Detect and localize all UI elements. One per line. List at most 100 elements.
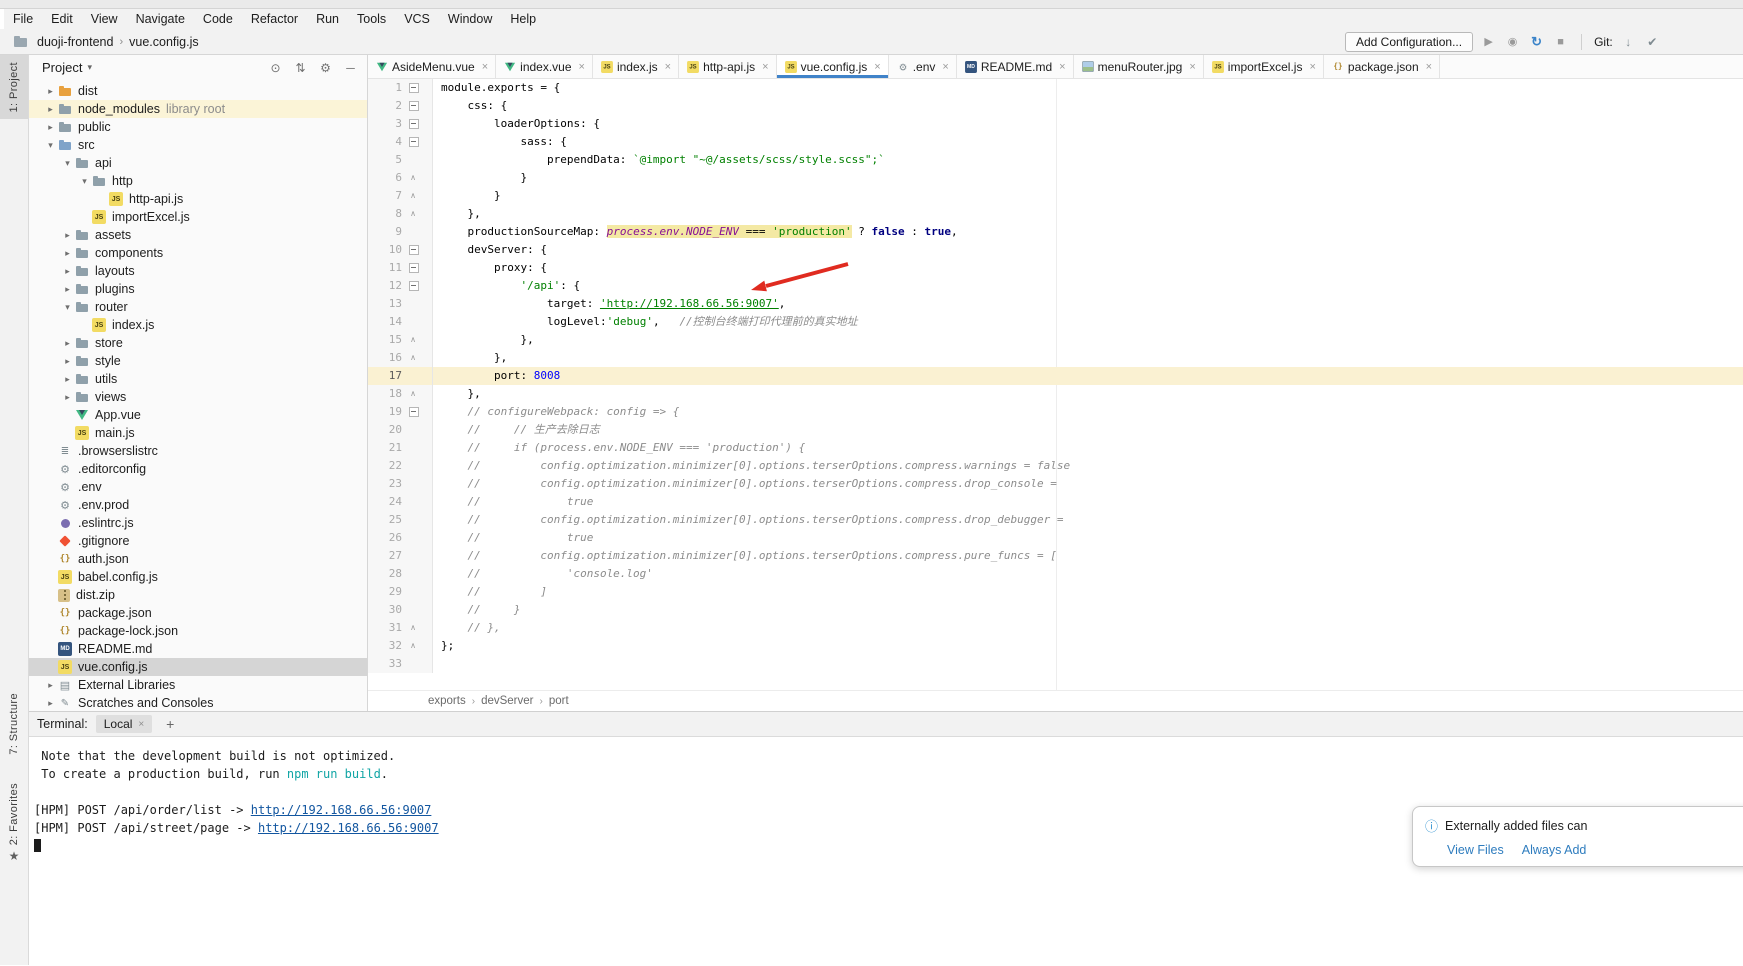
close-icon[interactable]: × [665,61,671,73]
terminal-link[interactable]: http://192.168.66.56:9007 [258,821,439,835]
tree-item-index.js[interactable]: index.js [29,316,367,334]
tool-button-project[interactable]: 1: Project [0,55,28,119]
close-icon[interactable]: × [874,61,880,73]
code-line-28[interactable]: 28 // 'console.log' [368,565,1743,583]
menu-item-help[interactable]: Help [501,12,545,26]
tree-item-views[interactable]: ▸views [29,388,367,406]
settings-gear-icon[interactable]: ⚙ [313,61,338,75]
tree-item-package-lock.json[interactable]: package-lock.json [29,622,367,640]
fold-collapse-icon[interactable] [402,259,424,277]
code-line-20[interactable]: 20 // // 生产去除日志 [368,421,1743,439]
editor-tab-index.js[interactable]: index.js× [593,55,679,78]
fold-end-icon[interactable] [402,637,424,655]
tree-item-plugins[interactable]: ▸plugins [29,280,367,298]
tree-item-http-api.js[interactable]: http-api.js [29,190,367,208]
collapse-all-icon[interactable]: ⇅ [288,61,313,75]
tree-item-layouts[interactable]: ▸layouts [29,262,367,280]
breadcrumb-exports[interactable]: exports [428,695,466,707]
close-icon[interactable]: × [138,719,144,730]
code-line-3[interactable]: 3 loaderOptions: { [368,115,1743,133]
terminal-link[interactable]: http://192.168.66.56:9007 [251,803,432,817]
breadcrumb-devServer[interactable]: devServer [481,695,533,707]
hide-panel-icon[interactable]: ─ [338,61,363,75]
editor-tab-AsideMenu.vue[interactable]: AsideMenu.vue× [368,55,496,78]
close-icon[interactable]: × [942,61,948,73]
notification-action-view-files[interactable]: View Files [1447,843,1504,857]
editor-tab-vue.config.js[interactable]: vue.config.js× [777,55,889,78]
fold-end-icon[interactable] [402,385,424,403]
tool-button-structure[interactable]: 7: Structure [0,693,28,755]
fold-end-icon[interactable] [402,205,424,223]
close-icon[interactable]: × [482,61,488,73]
vcs-update-icon[interactable]: ↓ [1620,35,1637,49]
fold-collapse-icon[interactable] [402,97,424,115]
fold-collapse-icon[interactable] [402,403,424,421]
menu-item-refactor[interactable]: Refactor [242,12,307,26]
code-token[interactable]: 'http://192.168.66.56:9007' [600,297,779,310]
fold-collapse-icon[interactable] [402,79,424,97]
menu-item-tools[interactable]: Tools [348,12,395,26]
code-line-22[interactable]: 22 // config.optimization.minimizer[0].o… [368,457,1743,475]
code-line-33[interactable]: 33 [368,655,1743,673]
terminal-tab-local[interactable]: Local × [96,715,153,733]
tree-item-dist.zip[interactable]: dist.zip [29,586,367,604]
chevron-collapsed-icon[interactable]: ▸ [43,680,58,691]
tree-item-.env.prod[interactable]: .env.prod [29,496,367,514]
code-area[interactable]: 1module.exports = {2 css: {3 loaderOptio… [368,79,1743,691]
menu-item-code[interactable]: Code [194,12,242,26]
tree-item-package.json[interactable]: package.json [29,604,367,622]
fold-collapse-icon[interactable] [402,133,424,151]
close-icon[interactable]: × [579,61,585,73]
chevron-collapsed-icon[interactable]: ▸ [60,392,75,403]
chevron-collapsed-icon[interactable]: ▸ [43,86,58,97]
code-line-10[interactable]: 10 devServer: { [368,241,1743,259]
tree-item-dist[interactable]: ▸dist [29,82,367,100]
breadcrumb-item[interactable]: duoji-frontend [35,35,115,49]
code-line-2[interactable]: 2 css: { [368,97,1743,115]
new-terminal-tab-button[interactable]: + [162,716,178,732]
tree-item-router[interactable]: ▾router [29,298,367,316]
stop-icon[interactable]: ■ [1552,36,1569,48]
editor-tab-menuRouter.jpg[interactable]: menuRouter.jpg× [1074,55,1204,78]
menu-item-edit[interactable]: Edit [42,12,82,26]
tree-item-vue.config.js[interactable]: vue.config.js [29,658,367,676]
sync-icon[interactable]: ↻ [1528,34,1545,50]
fold-end-icon[interactable] [402,619,424,637]
editor-tab-package.json[interactable]: package.json× [1324,55,1440,78]
code-line-14[interactable]: 14 logLevel:'debug', //控制台终端打印代理前的真实地址 [368,313,1743,331]
tree-item-assets[interactable]: ▸assets [29,226,367,244]
chevron-collapsed-icon[interactable]: ▸ [60,374,75,385]
menu-item-navigate[interactable]: Navigate [127,12,194,26]
code-line-23[interactable]: 23 // config.optimization.minimizer[0].o… [368,475,1743,493]
chevron-expanded-icon[interactable]: ▾ [77,176,92,187]
tree-item-babel.config.js[interactable]: babel.config.js [29,568,367,586]
close-icon[interactable]: × [1426,61,1432,73]
close-icon[interactable]: × [762,61,768,73]
breadcrumb-port[interactable]: port [549,695,569,707]
code-line-16[interactable]: 16 }, [368,349,1743,367]
code-line-7[interactable]: 7 } [368,187,1743,205]
code-line-17[interactable]: 17 port: 8008 [368,367,1743,385]
tree-item-.env[interactable]: .env [29,478,367,496]
chevron-collapsed-icon[interactable]: ▸ [60,284,75,295]
editor-tab-http-api.js[interactable]: http-api.js× [679,55,776,78]
tree-item-.eslintrc.js[interactable]: .eslintrc.js [29,514,367,532]
tree-item-importExcel.js[interactable]: importExcel.js [29,208,367,226]
menu-item-window[interactable]: Window [439,12,501,26]
fold-end-icon[interactable] [402,187,424,205]
code-line-11[interactable]: 11 proxy: { [368,259,1743,277]
tree-item-.gitignore[interactable]: .gitignore [29,532,367,550]
editor-tab-index.vue[interactable]: index.vue× [496,55,593,78]
code-line-8[interactable]: 8 }, [368,205,1743,223]
debug-icon[interactable]: ◉ [1504,35,1521,48]
code-line-12[interactable]: 12 '/api': { [368,277,1743,295]
editor-tab-.env[interactable]: .env× [889,55,957,78]
code-line-30[interactable]: 30 // } [368,601,1743,619]
tree-item-store[interactable]: ▸store [29,334,367,352]
editor-tab-README.md[interactable]: README.md× [957,55,1074,78]
menu-item-file[interactable]: File [4,12,42,26]
chevron-collapsed-icon[interactable]: ▸ [43,698,58,709]
menu-item-vcs[interactable]: VCS [395,12,439,26]
code-line-25[interactable]: 25 // config.optimization.minimizer[0].o… [368,511,1743,529]
tree-item-utils[interactable]: ▸utils [29,370,367,388]
